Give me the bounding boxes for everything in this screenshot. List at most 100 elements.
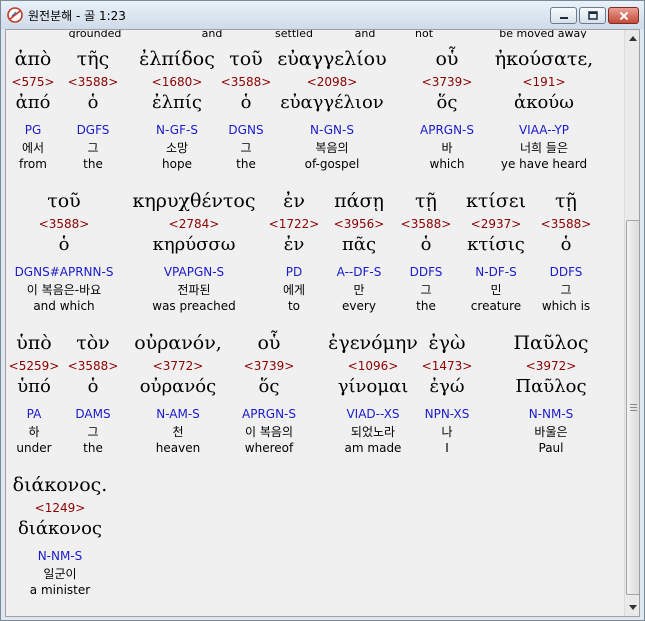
- morph-code: PG: [24, 123, 42, 137]
- strong-number[interactable]: <3739>: [420, 74, 474, 90]
- lemma: ἀκούω: [514, 92, 574, 113]
- english-gloss: the: [236, 157, 256, 171]
- strong-number[interactable]: <1473>: [422, 358, 473, 374]
- lemma: ἐγώ: [429, 376, 465, 397]
- minimize-button[interactable]: [550, 7, 577, 24]
- morph-code: NPN-XS: [424, 407, 470, 421]
- greek-word: τὸν: [76, 332, 110, 354]
- vertical-scrollbar[interactable]: [624, 30, 639, 616]
- korean-gloss: 소망: [165, 141, 189, 155]
- lemma: ὅς: [436, 92, 458, 113]
- korean-gloss: 전파된: [177, 283, 211, 297]
- word-column[interactable]: ἠκούσατε, <191> ἀκούω VIAA--YP 너희 들은 ye have …: [495, 44, 593, 172]
- lemma: ὑπό: [17, 376, 51, 397]
- word-column[interactable]: τῇ <3588> ὁ DDFS 그 the: [401, 186, 452, 314]
- strong-number[interactable]: <5259>: [9, 358, 60, 374]
- word-column[interactable]: κηρυχθέντος <2784> κηρύσσω VPAPGN-S 전파된 was p…: [133, 186, 256, 314]
- interlinear-view[interactable]: grounded and settled and not be moved away ἀπ…: [5, 29, 640, 617]
- word-column[interactable]: ἀπὸ <575> ἀπό PG 에서 from: [11, 44, 54, 172]
- strong-number[interactable]: <575>: [11, 74, 54, 90]
- strong-number[interactable]: <3588>: [68, 74, 119, 90]
- lemma: ἀπό: [15, 92, 51, 113]
- korean-gloss: 이 복음은-바요: [26, 283, 102, 297]
- strong-number[interactable]: <3588>: [15, 216, 114, 232]
- english-gloss: hope: [162, 157, 192, 171]
- english-gloss: the: [83, 157, 103, 171]
- korean-gloss: 그: [87, 425, 99, 439]
- strong-number[interactable]: <3588>: [68, 358, 119, 374]
- strong-number[interactable]: <2937>: [466, 216, 526, 232]
- strong-number[interactable]: <1096>: [328, 358, 418, 374]
- chevron-down-icon: [629, 605, 637, 610]
- word-column[interactable]: ἐγενόμην <1096> γίνομαι VIAD--XS 되었노라 am made: [328, 328, 418, 456]
- word-column[interactable]: ἐν <1722> ἐν PD 에게 to: [269, 186, 320, 314]
- korean-gloss: 천: [172, 425, 184, 439]
- greek-word: οὐρανόν,: [134, 332, 222, 354]
- strong-number[interactable]: <1249>: [13, 500, 108, 516]
- word-column[interactable]: ἐλπίδος <1680> ἐλπίς N-GF-S 소망 hope: [139, 44, 215, 172]
- korean-gloss: 그: [560, 283, 572, 297]
- word-column[interactable]: οὗ <3739> ὅς APRGN-S 바 which: [420, 44, 474, 172]
- strong-number[interactable]: <1680>: [139, 74, 215, 90]
- lemma: κηρύσσω: [152, 234, 236, 255]
- morph-code: N-GN-S: [310, 123, 354, 137]
- strong-number[interactable]: <3772>: [134, 358, 222, 374]
- korean-gloss: 바울은: [534, 425, 568, 439]
- greek-word: ἐγὼ: [428, 332, 466, 354]
- word-column[interactable]: τοῦ <3588> ὁ DGNS#APRNN-S 이 복음은-바요 and which: [15, 186, 114, 314]
- korean-gloss: 바: [441, 141, 453, 155]
- greek-word: ἀπὸ: [14, 48, 52, 70]
- word-column[interactable]: διάκονος. <1249> διάκονος N-NM-S 일군이 a minist…: [13, 470, 108, 598]
- english-gloss: am made: [344, 441, 402, 455]
- word-column[interactable]: ἐγὼ <1473> ἐγώ NPN-XS 나 I: [422, 328, 473, 456]
- english-gloss: every: [342, 299, 376, 313]
- greek-word: τῇ: [415, 190, 437, 212]
- app-icon: [7, 7, 23, 23]
- prev-gloss: be moved away: [499, 30, 587, 38]
- greek-word: ἐγενόμην: [328, 332, 418, 354]
- scroll-thumb[interactable]: [626, 220, 639, 595]
- strong-number[interactable]: <3588>: [401, 216, 452, 232]
- word-column[interactable]: εὐαγγελίου <2098> εὐαγγέλιον N-GN-S 복음의 of-go…: [277, 44, 386, 172]
- strong-number[interactable]: <3588>: [541, 216, 592, 232]
- title-bar[interactable]: 원전분해 - 골 1:23: [1, 1, 644, 29]
- greek-word: οὗ: [435, 48, 459, 70]
- close-button[interactable]: [608, 7, 639, 24]
- strong-number[interactable]: <2784>: [133, 216, 256, 232]
- word-column[interactable]: τῇ <3588> ὁ DDFS 그 which is: [541, 186, 592, 314]
- word-column[interactable]: οὗ <3739> ὅς APRGN-S 이 복음의 whereof: [242, 328, 296, 456]
- window-title: 원전분해 - 골 1:23: [28, 9, 126, 23]
- prev-gloss: and: [201, 30, 223, 38]
- strong-number[interactable]: <3739>: [242, 358, 296, 374]
- word-column[interactable]: τοῦ <3588> ὁ DGNS 그 the: [221, 44, 272, 172]
- english-gloss: Paul: [538, 441, 564, 455]
- korean-gloss: 너희 들은: [520, 141, 568, 155]
- word-column[interactable]: πάσῃ <3956> πᾶς A--DF-S 만 every: [334, 186, 385, 314]
- lemma: πᾶς: [341, 234, 377, 255]
- strong-number[interactable]: <2098>: [277, 74, 386, 90]
- strong-number[interactable]: <3588>: [221, 74, 272, 90]
- english-gloss: was preached: [152, 299, 236, 313]
- korean-gloss: 일군이: [43, 567, 77, 581]
- maximize-button[interactable]: [579, 7, 606, 24]
- morph-code: DGFS: [76, 123, 110, 137]
- scroll-down-button[interactable]: [625, 599, 639, 616]
- strong-number[interactable]: <191>: [495, 74, 593, 90]
- english-gloss: whereof: [244, 441, 294, 455]
- lemma: ὁ: [58, 234, 70, 255]
- word-column[interactable]: Παῦλος <3972> Παῦλος N-NM-S 바울은 Paul: [513, 328, 588, 456]
- greek-word: διάκονος.: [12, 474, 108, 496]
- word-column[interactable]: τῆς <3588> ὁ DGFS 그 the: [68, 44, 119, 172]
- strong-number[interactable]: <1722>: [269, 216, 320, 232]
- korean-gloss: 하: [28, 425, 40, 439]
- strong-number[interactable]: <3972>: [513, 358, 588, 374]
- morph-code: DAMS: [75, 407, 111, 421]
- greek-word: ἐλπίδος: [139, 48, 215, 70]
- morph-code: DDFS: [409, 265, 443, 279]
- strong-number[interactable]: <3956>: [334, 216, 385, 232]
- word-column[interactable]: τὸν <3588> ὁ DAMS 그 the: [68, 328, 119, 456]
- scroll-up-button[interactable]: [625, 30, 639, 47]
- word-column[interactable]: κτίσει <2937> κτίσις N-DF-S 민 creature: [466, 186, 526, 314]
- word-column[interactable]: οὐρανόν, <3772> οὐρανός N-AM-S 천 heaven: [134, 328, 222, 456]
- word-column[interactable]: ὑπὸ <5259> ὑπό PA 하 under: [9, 328, 60, 456]
